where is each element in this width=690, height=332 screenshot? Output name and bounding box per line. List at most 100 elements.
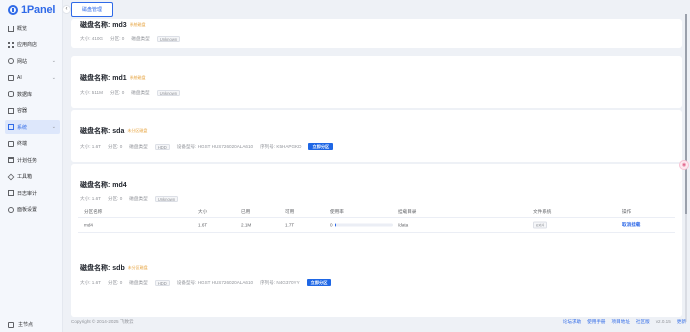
sidebar-item-label: 计划任务 <box>17 157 38 164</box>
update-link[interactable]: 更新 <box>677 319 686 325</box>
globe-icon <box>8 58 14 64</box>
disk-tag: 系统磁盘 <box>129 75 146 80</box>
disk-type-label: 磁盘类型 <box>129 279 148 285</box>
table-row: md4 1.6T 2.1M 1.7T 0 /data ext4 取消挂载 <box>78 218 675 233</box>
disk-title: 磁盘名称: sda 未分区磁盘 <box>80 126 147 136</box>
disk-tag: 未分区磁盘 <box>127 265 148 270</box>
column-header: 挂载目录 <box>398 209 417 214</box>
sidebar-item-overview[interactable]: 概览 <box>5 21 60 35</box>
disk-type-badge: HDD <box>154 279 170 286</box>
logo[interactable]: 1Panel <box>8 4 55 16</box>
disk-meta: 大小: 1.6T 分区: 0 磁盘类型 Unknown <box>80 196 179 202</box>
chevron-down-icon: ⌄ <box>51 58 56 64</box>
partitions-field: 分区: 0 <box>107 279 123 285</box>
database-icon <box>8 91 14 97</box>
logo-icon <box>8 5 18 15</box>
usage-label: 0 <box>330 222 333 228</box>
logo-text: 1Panel <box>21 4 56 16</box>
disk-name: 磁盘名称: md4 <box>80 182 127 189</box>
sidebar-item-label: 终端 <box>17 141 28 147</box>
sidebar-item-website[interactable]: 网站 ⌄ <box>5 54 60 68</box>
column-header: 已用 <box>241 209 251 214</box>
sidebar-item-container[interactable]: 容器 <box>5 104 60 118</box>
tab-disk-management[interactable]: 磁盘管理 <box>71 2 113 17</box>
model-field: 设备型号: HGST HUS726020ALA610 <box>176 143 254 149</box>
sidebar-item-label: 系统 <box>17 124 28 131</box>
disk-type-label: 磁盘类型 <box>131 90 150 95</box>
disk-meta: 大小: 1.6T 分区: 0 磁盘类型 HDD 设备型号: HGST HUS72… <box>80 279 332 286</box>
disk-name: 磁盘名称: md3 <box>80 22 127 29</box>
assistant-bubble-icon[interactable]: ◉ <box>679 160 689 170</box>
disk-card: 磁盘名称: md4 大小: 1.6T 分区: 0 磁盘类型 Unknown 分区… <box>71 164 682 264</box>
partition-now-button[interactable]: 立即分区 <box>308 143 334 150</box>
sidebar-item-ai[interactable]: AI ⌄ <box>5 71 60 85</box>
collapse-sidebar-button[interactable]: ‹ <box>62 5 71 14</box>
usage-bar-fill <box>334 223 336 227</box>
disk-title: 磁盘名称: sdb 未分区磁盘 <box>80 263 148 273</box>
size-field: 大小: 1.6T <box>80 143 101 149</box>
chevron-down-icon: ⌄ <box>51 74 56 81</box>
filesystem-badge: ext4 <box>533 221 547 229</box>
version-label: v2.0.15 <box>655 319 671 324</box>
sidebar-item-label: AI <box>17 74 22 81</box>
table-header: 分区名称 大小 已用 可用 使用率 挂载目录 文件系统 操作 <box>78 207 675 218</box>
model-field: 设备型号: HGST HUS726020ALA610 <box>176 279 254 285</box>
disk-name: 磁盘名称: md1 <box>80 75 127 82</box>
chevron-down-icon: ⌄ <box>51 124 56 130</box>
disk-type-badge: Unknown <box>156 90 181 96</box>
sidebar-item-system[interactable]: 系统 ⌄ <box>5 120 60 134</box>
disk-type-badge: HDD <box>154 143 170 150</box>
node-switcher[interactable]: 主节点 <box>8 321 33 328</box>
docs-link[interactable]: 使用手册 <box>587 319 605 325</box>
column-header: 文件系统 <box>533 209 552 214</box>
forum-link[interactable]: 论坛求助 <box>563 319 581 325</box>
disk-name: 磁盘名称: sda <box>80 128 125 135</box>
disk-title: 磁盘名称: md1 系统磁盘 <box>80 73 146 83</box>
settings-icon <box>8 206 14 213</box>
server-icon <box>8 321 14 328</box>
partitions-field: 分区: 0 <box>110 36 125 41</box>
main-area: 磁盘管理 磁盘名称: md3 系统磁盘 大小: 410G 分区: 0 磁盘类型 … <box>63 0 690 332</box>
sidebar-item-terminal[interactable]: 终端 <box>5 137 60 151</box>
toolbox-icon <box>7 173 15 180</box>
home-icon <box>8 26 14 32</box>
sidebar-item-database[interactable]: 数据库 <box>5 87 60 101</box>
disk-meta: 大小: 511M 分区: 0 磁盘类型 Unknown <box>80 90 181 96</box>
disk-tag: 未分区磁盘 <box>127 128 148 133</box>
sidebar-item-label: 日志审计 <box>17 190 38 197</box>
column-header: 使用率 <box>330 209 344 214</box>
scroll-thumb[interactable] <box>685 14 687 214</box>
column-header: 操作 <box>622 209 632 214</box>
sidebar-item-label: 容器 <box>17 108 28 114</box>
disk-type-badge: Unknown <box>156 36 181 42</box>
grid-icon <box>8 41 14 48</box>
usage-cell: 0 <box>330 223 393 228</box>
edition-link[interactable]: 社区版 <box>636 319 650 325</box>
size-field: 大小: 511M <box>80 90 103 95</box>
project-link[interactable]: 项目地址 <box>612 319 630 325</box>
sidebar-item-toolbox[interactable]: 工具箱 <box>5 170 60 184</box>
partition-table: 分区名称 大小 已用 可用 使用率 挂载目录 文件系统 操作 md4 1.6T … <box>78 207 675 233</box>
sidebar-item-app-store[interactable]: 应用商店 <box>5 38 60 52</box>
disk-title: 磁盘名称: md4 <box>80 180 127 190</box>
unmount-button[interactable]: 取消挂载 <box>622 222 640 228</box>
partitions-field: 分区: 0 <box>107 143 123 149</box>
partition-now-button[interactable]: 立即分区 <box>306 279 332 286</box>
sidebar-item-label: 概览 <box>17 25 28 32</box>
sidebar-item-cron[interactable]: 计划任务 <box>5 153 60 167</box>
sidebar-item-panel-settings[interactable]: 面板设置 <box>5 203 60 217</box>
sidebar-item-log-audit[interactable]: 日志审计 <box>5 186 60 200</box>
partitions-field: 分区: 0 <box>109 90 125 95</box>
disk-name: 磁盘名称: sdb <box>80 265 125 272</box>
size-field: 大小: 410G <box>80 36 104 41</box>
sidebar-nav: 概览 应用商店 网站 ⌄ AI ⌄ 数据库 容器 系统 ⌄ 终端 计划任务 工具… <box>5 21 60 219</box>
partition-size: 1.6T <box>198 222 208 228</box>
disk-card: 磁盘名称: md3 系统磁盘 大小: 410G 分区: 0 磁盘类型 Unkno… <box>71 19 682 48</box>
sidebar-item-label: 工具箱 <box>17 174 33 180</box>
disk-tag: 系统磁盘 <box>129 22 146 27</box>
disk-meta: 大小: 1.6T 分区: 0 磁盘类型 HDD 设备型号: HGST HUS72… <box>80 143 334 150</box>
partition-name: md4 <box>84 222 93 228</box>
sidebar-item-label: 数据库 <box>17 91 33 98</box>
size-field: 大小: 1.6T <box>80 196 101 201</box>
partition-available: 1.7T <box>285 222 295 228</box>
